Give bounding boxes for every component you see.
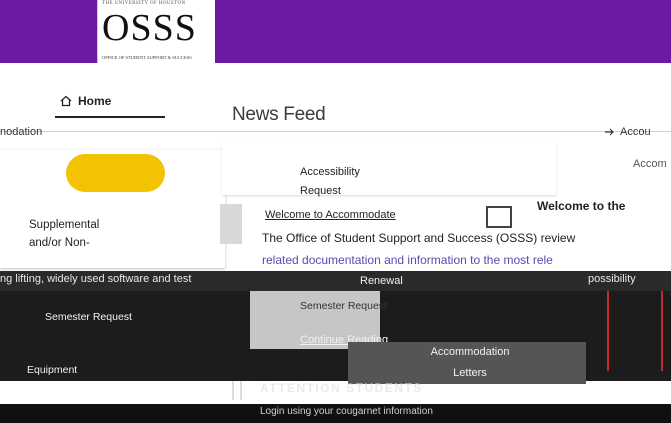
red-divider-2: [661, 291, 663, 371]
semester-request-link[interactable]: Semester Request: [45, 311, 132, 323]
osss-logo[interactable]: THE UNIVERSITY OF HOUSTON OSSS OFFICE OF…: [97, 0, 215, 63]
overlap-right-text: possibility: [588, 273, 636, 285]
home-icon: [60, 95, 72, 107]
accommodation-letters-label[interactable]: Accommodation Letters: [425, 342, 515, 384]
welcome-body-text: The Office of Student Support and Succes…: [262, 231, 576, 245]
overlap-text: ng lifting, widely used software and tes…: [0, 273, 192, 285]
logout-icon[interactable]: [604, 127, 616, 137]
footer-text: Login using your cougarnet information: [260, 406, 433, 417]
new-request-button[interactable]: [66, 154, 165, 192]
accessibility-request-card[interactable]: [222, 143, 556, 195]
nav-accommodation-link[interactable]: nodation: [0, 126, 42, 138]
section-bar-icon: [232, 381, 242, 400]
accommodation-letters-line-2: Letters: [453, 367, 487, 379]
welcome-body-link[interactable]: related documentation and information to…: [262, 253, 553, 267]
accommodation-letters-line-1: Accommodation: [430, 346, 510, 358]
logo-sub-text: OFFICE OF STUDENT SUPPORT & SUCCESS: [102, 55, 192, 60]
gray-block-text: Semester Request: [300, 300, 387, 312]
accessibility-request-line-2: Request: [300, 185, 341, 197]
accommodation-right-text: Accom: [633, 158, 667, 170]
red-divider-1: [607, 291, 609, 371]
side-marker: [220, 204, 242, 244]
supplemental-line-2: and/or Non-: [29, 237, 90, 249]
checkbox[interactable]: [486, 206, 512, 228]
nav-divider: [0, 131, 671, 132]
page-title: News Feed: [232, 104, 326, 125]
home-nav-link[interactable]: Home: [60, 92, 111, 110]
home-underline: [55, 116, 165, 118]
supplemental-line-1: Supplemental: [29, 219, 100, 231]
welcome-header-right: Welcome to the: [537, 199, 626, 213]
nav-account-link[interactable]: Accou: [620, 126, 651, 138]
accessibility-request-label[interactable]: Accessibility Request: [300, 163, 360, 201]
attention-heading: ATTENTION STUDENTS: [260, 381, 423, 395]
logo-main-text: OSSS: [102, 7, 197, 49]
home-label: Home: [78, 94, 112, 108]
equipment-link[interactable]: Equipment: [27, 364, 77, 376]
supplemental-label[interactable]: Supplemental and/or Non-: [29, 216, 149, 252]
accessibility-request-line-1: Accessibility: [300, 166, 360, 178]
renewal-link[interactable]: Renewal: [360, 275, 403, 287]
welcome-title-link[interactable]: Welcome to Accommodate: [265, 209, 396, 221]
